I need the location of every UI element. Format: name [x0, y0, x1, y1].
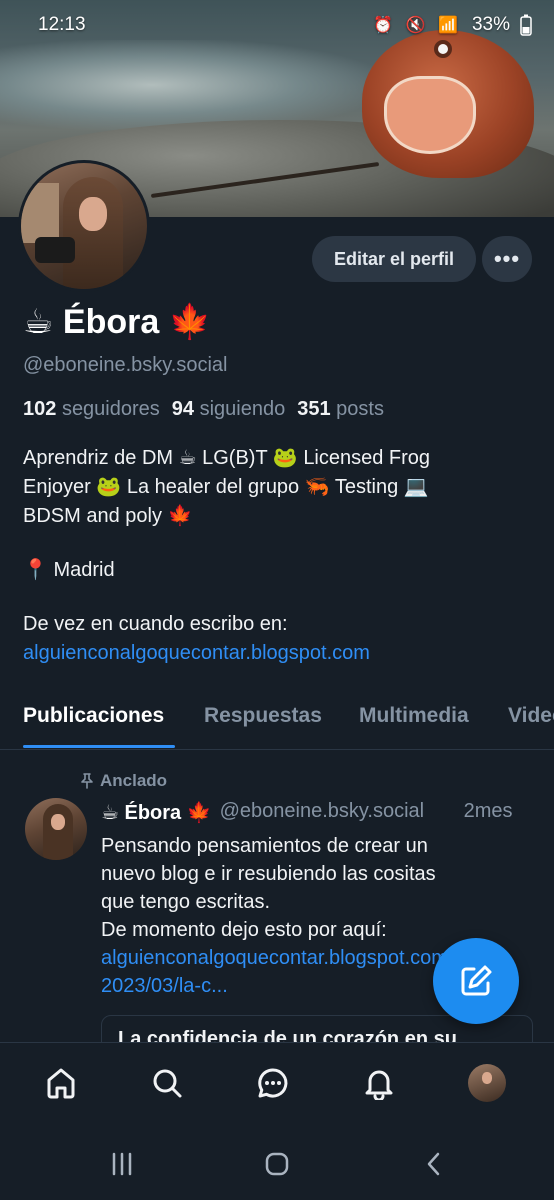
profile-avatar-icon: [468, 1064, 506, 1102]
pinned-indicator: Anclado: [80, 771, 167, 791]
following-stat[interactable]: 94 siguiendo: [172, 398, 285, 421]
tab-respuestas[interactable]: Respuestas: [204, 704, 322, 728]
home-circle-icon: [265, 1152, 289, 1176]
status-right: ⏰ 🔇 📶 33%: [373, 14, 532, 36]
edit-profile-button[interactable]: Editar el perfil: [312, 236, 476, 282]
system-navigation: [0, 1128, 554, 1200]
post-timestamp: 2mes: [463, 800, 513, 822]
post-text-line: nuevo blog e ir resubiendo las cositas: [101, 863, 436, 885]
post-text-line: Pensando pensamientos de crear un: [101, 835, 428, 857]
profile-handle: @eboneine.bsky.social: [23, 354, 228, 376]
post-text-line: que tengo escritas.: [101, 891, 270, 913]
post-avatar-face: [51, 814, 65, 830]
bell-icon: [365, 1070, 393, 1100]
following-count: 94: [171, 398, 195, 420]
bottom-navigation: [0, 1042, 554, 1128]
tab-publicaciones[interactable]: Publicaciones: [23, 704, 164, 728]
bio-location: 📍 Madrid: [23, 559, 115, 581]
system-back-button[interactable]: [420, 1148, 446, 1180]
bio-line: De vez en cuando escribo en:: [23, 613, 288, 635]
posts-stat: 351 posts: [297, 398, 384, 421]
profile-tabs: Publicaciones Respuestas Multimedia Vide…: [0, 690, 554, 750]
followers-count: 102: [23, 398, 57, 420]
post-author-name[interactable]: ☕ Ébora 🍁: [101, 800, 212, 825]
avatar-hair: [63, 177, 123, 289]
pinned-label: Anclado: [100, 771, 168, 790]
battery-level: 33%: [471, 14, 510, 35]
avatar-background-building: [21, 183, 59, 243]
compose-button[interactable]: [433, 938, 519, 1024]
recent-apps-button[interactable]: [108, 1148, 136, 1180]
tab-multimedia[interactable]: Multimedia: [359, 704, 469, 728]
profile-stats: 102 seguidores 94 siguiendo 351 posts: [23, 398, 384, 421]
followers-stat[interactable]: 102 seguidores: [23, 398, 160, 421]
post-author-avatar[interactable]: [25, 798, 87, 860]
post-header: ☕ Ébora 🍁 @eboneine.bsky.social 2mes: [101, 800, 541, 825]
nav-search[interactable]: [145, 1061, 189, 1105]
profile-avatar[interactable]: [18, 160, 150, 292]
following-label: siguiendo: [199, 398, 286, 420]
status-icons: ⏰ 🔇 📶: [373, 17, 462, 34]
back-icon: [427, 1152, 440, 1176]
profile-name: ☕ Ébora 🍁: [23, 303, 212, 341]
bio-line: BDSM and poly 🍁: [23, 505, 193, 527]
more-options-button[interactable]: •••: [482, 236, 532, 282]
search-icon: [153, 1069, 182, 1098]
post-avatar-hair: [43, 804, 73, 860]
posts-count: 351: [297, 398, 331, 420]
more-icon: •••: [493, 246, 521, 271]
recent-apps-icon: [112, 1152, 132, 1176]
followers-label: seguidores: [61, 398, 160, 420]
battery-icon: [520, 14, 532, 36]
toy-mouth: [384, 76, 476, 154]
post-author-handle[interactable]: @eboneine.bsky.social: [220, 800, 456, 825]
nav-chat[interactable]: [251, 1061, 295, 1105]
status-time: 12:13: [38, 14, 86, 35]
nav-avatar-face: [482, 1072, 492, 1084]
banner-toy-figure: [362, 30, 534, 178]
bio-line: Enjoyer 🐸 La healer del grupo 🦐 Testing …: [23, 476, 429, 498]
banner-water: [0, 40, 380, 130]
bio-link[interactable]: alguienconalgoquecontar.blogspot.com: [23, 639, 533, 668]
pin-icon: [81, 773, 93, 789]
chat-icon: [258, 1068, 288, 1098]
profile-bio: Aprendriz de DM ☕ LG(B)T 🐸 Licensed Frog…: [23, 444, 533, 668]
nav-home[interactable]: [39, 1061, 83, 1105]
posts-label: posts: [336, 398, 384, 420]
nav-notifications[interactable]: [357, 1061, 401, 1105]
bio-line: Aprendriz de DM ☕ LG(B)T 🐸 Licensed Frog: [23, 447, 431, 469]
home-icon: [47, 1068, 75, 1099]
active-tab-indicator: [23, 745, 175, 748]
avatar-face: [79, 197, 107, 231]
system-home-button[interactable]: [262, 1148, 292, 1180]
status-bar: 12:13 ⏰ 🔇 📶 33%: [0, 0, 554, 50]
compose-icon: [461, 965, 492, 996]
avatar-camera: [35, 237, 75, 263]
tab-videos[interactable]: Videos: [508, 704, 554, 728]
nav-profile[interactable]: [465, 1061, 509, 1105]
